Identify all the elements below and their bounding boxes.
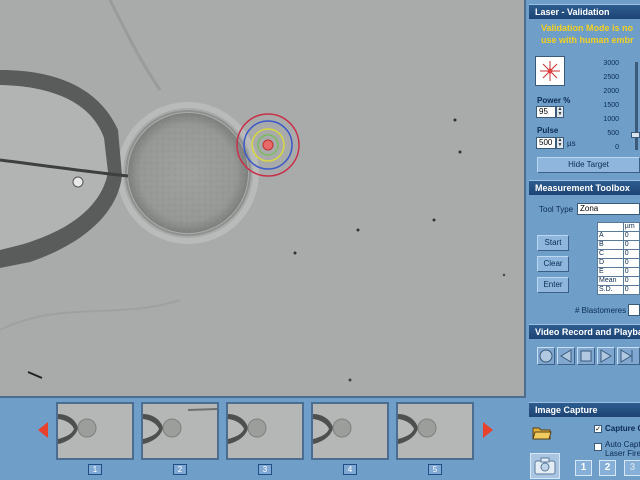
forward-button[interactable] bbox=[617, 347, 640, 365]
record-button[interactable] bbox=[537, 347, 555, 365]
power-input[interactable]: 95 bbox=[536, 106, 556, 118]
table-row: B0 bbox=[597, 240, 640, 250]
tool-type-select[interactable]: Zona bbox=[577, 203, 640, 215]
app-window: Laser - Validation Validation Mode is no… bbox=[0, 0, 640, 480]
clear-button[interactable]: Clear bbox=[537, 256, 569, 272]
capture-page-3[interactable]: 3 bbox=[624, 460, 640, 476]
row-label: B bbox=[597, 240, 624, 250]
video-panel-title: Video Record and Playback bbox=[529, 324, 640, 339]
validation-warning: Validation Mode is no use with human emb… bbox=[541, 22, 640, 46]
blastomeres-input[interactable] bbox=[628, 304, 640, 316]
auto-capture-label-2: Laser Fire bbox=[605, 449, 640, 458]
control-panel: Laser - Validation Validation Mode is no… bbox=[527, 0, 640, 480]
table-row: E0 bbox=[597, 267, 640, 277]
scale-tick: 1000 bbox=[603, 116, 619, 123]
scale-tick: 1500 bbox=[603, 102, 619, 109]
thumbnail-2[interactable] bbox=[141, 402, 219, 460]
row-label: E bbox=[597, 267, 624, 277]
scale-tick: 2000 bbox=[603, 88, 619, 95]
open-folder-icon[interactable] bbox=[532, 424, 552, 440]
thumbnail-number[interactable]: 3 bbox=[258, 464, 272, 475]
row-label: Mean bbox=[597, 276, 624, 286]
next-arrow-icon[interactable] bbox=[483, 422, 493, 438]
thumbnail-1[interactable] bbox=[56, 402, 134, 460]
table-row: S.D. 0 bbox=[597, 285, 640, 295]
laser-icon[interactable] bbox=[535, 56, 565, 86]
thumbnail-4[interactable] bbox=[311, 402, 389, 460]
thumbnail-strip: 1 2 3 4 5 bbox=[0, 400, 527, 480]
table-row: A0 bbox=[597, 231, 640, 241]
table-row: C0 bbox=[597, 249, 640, 259]
scale-tick: 2500 bbox=[603, 74, 619, 81]
table-corner bbox=[597, 222, 624, 232]
thumbnail-3[interactable] bbox=[226, 402, 304, 460]
pulse-unit: µs bbox=[567, 139, 576, 148]
capture-panel-title: Image Capture bbox=[529, 402, 640, 417]
thumbnail-number[interactable]: 5 bbox=[428, 464, 442, 475]
table-header: µm bbox=[622, 222, 640, 232]
play-button[interactable] bbox=[597, 347, 615, 365]
hide-target-button[interactable]: Hide Target bbox=[537, 157, 640, 173]
row-value: 0 bbox=[622, 249, 640, 259]
previous-arrow-icon[interactable] bbox=[38, 422, 48, 438]
measurement-panel-title: Measurement Toolbox bbox=[529, 180, 640, 195]
row-value: 0 bbox=[622, 231, 640, 241]
warning-line-1: Validation Mode is no bbox=[541, 23, 634, 33]
row-value: 0 bbox=[622, 240, 640, 250]
pulse-slider-thumb[interactable] bbox=[631, 132, 640, 138]
rewind-button[interactable] bbox=[557, 347, 575, 365]
row-label: A bbox=[597, 231, 624, 241]
capture-on-checkbox[interactable]: ✓ bbox=[594, 425, 602, 433]
row-value: 0 bbox=[622, 285, 640, 295]
pulse-input[interactable]: 500 bbox=[536, 137, 556, 149]
thumbnail-number[interactable]: 1 bbox=[88, 464, 102, 475]
warning-line-2: use with human embr bbox=[541, 35, 634, 45]
thumbnail-number[interactable]: 2 bbox=[173, 464, 187, 475]
measurement-table: µm A 0 B 0 C 0 D 0 E 0 Mean 0 S.D. 0 bbox=[597, 222, 640, 295]
capture-page-2[interactable]: 2 bbox=[599, 460, 616, 476]
enter-button[interactable]: Enter bbox=[537, 277, 569, 293]
stop-button[interactable] bbox=[577, 347, 595, 365]
camera-icon[interactable] bbox=[530, 453, 560, 479]
capture-on-label: Capture O bbox=[605, 424, 640, 433]
table-row: D0 bbox=[597, 258, 640, 268]
blastomeres-label: # Blastomeres bbox=[575, 306, 627, 315]
row-label: D bbox=[597, 258, 624, 268]
row-value: 0 bbox=[622, 267, 640, 277]
laser-panel-title: Laser - Validation bbox=[529, 4, 640, 19]
auto-capture-label-1: Auto Capt bbox=[605, 440, 640, 449]
row-value: 0 bbox=[622, 276, 640, 286]
tool-type-label: Tool Type bbox=[539, 205, 574, 214]
row-label: C bbox=[597, 249, 624, 259]
scale-tick: 500 bbox=[607, 130, 619, 137]
thumbnail-number[interactable]: 4 bbox=[343, 464, 357, 475]
power-spinner[interactable]: ▲ ▼ bbox=[556, 106, 564, 118]
row-value: 0 bbox=[622, 258, 640, 268]
microscope-image bbox=[0, 0, 524, 396]
row-label: S.D. bbox=[597, 285, 624, 295]
power-label: Power % bbox=[537, 96, 571, 105]
table-row: Mean 0 bbox=[597, 276, 640, 286]
scale-tick: 0 bbox=[615, 144, 619, 151]
pulse-label: Pulse bbox=[537, 126, 559, 135]
pulse-spinner[interactable]: ▲ ▼ bbox=[556, 137, 564, 149]
capture-page-1[interactable]: 1 bbox=[575, 460, 592, 476]
auto-capture-checkbox[interactable] bbox=[594, 443, 602, 451]
scale-tick: 3000 bbox=[603, 60, 619, 67]
start-button[interactable]: Start bbox=[537, 235, 569, 251]
microscope-view[interactable] bbox=[0, 0, 526, 398]
thumbnail-5[interactable] bbox=[396, 402, 474, 460]
